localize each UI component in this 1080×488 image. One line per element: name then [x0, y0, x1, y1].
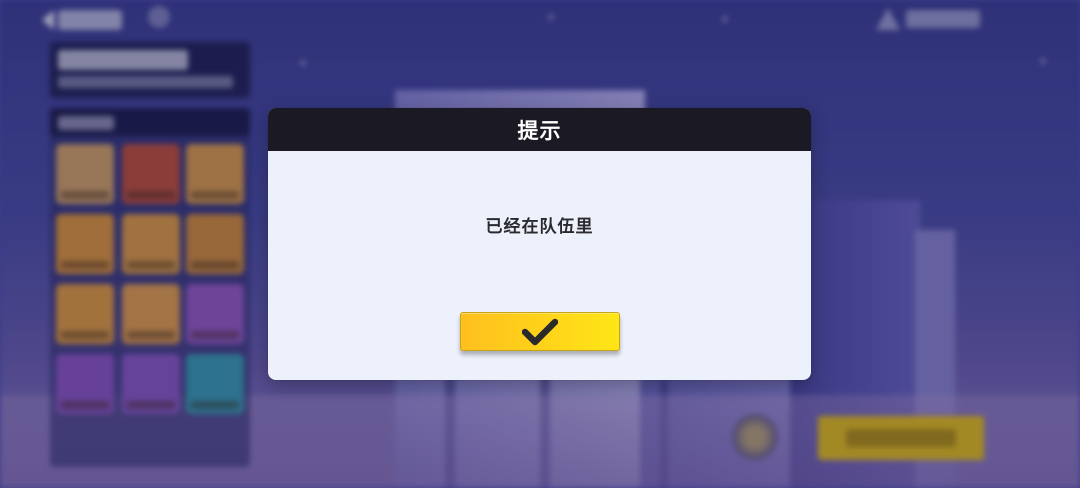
dialog-message: 已经在队伍里	[485, 217, 594, 237]
confirm-button[interactable]	[460, 312, 620, 351]
dialog-title: 提示	[517, 118, 562, 143]
prompt-dialog: 提示 已经在队伍里	[268, 108, 811, 380]
check-icon	[522, 318, 558, 345]
dialog-header: 提示	[268, 108, 811, 151]
